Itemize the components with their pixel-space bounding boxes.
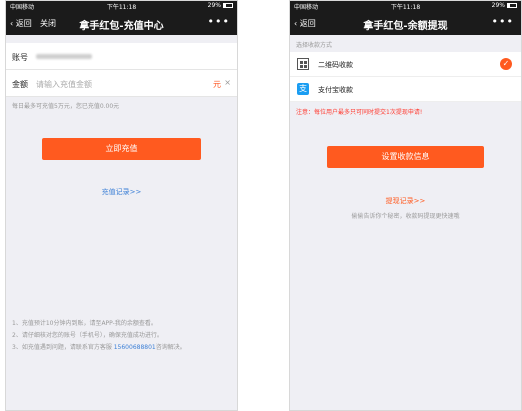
tip-text: 偷偷告诉你个秘密，收款码提现更快速哦 [351,213,460,220]
battery-percent: 29% [491,2,505,9]
withdraw-screen: 中国移动 下午11:18 29% ‹ 返回 拿手红包-余额提现 ••• 选择收款… [289,0,522,411]
account-label: 账号 [12,53,28,62]
option-qr-code[interactable]: 二维码收款 ✓ [290,52,521,77]
note-line-3-prefix: 3、如充值遇到问题，请联系官方客服 [12,344,114,351]
recharge-notes: 1、充值预计10分钟内到账，请至APP-我的余额查看。 2、请仔细核对您的账号（… [12,318,231,354]
withdraw-notice: 注意：每位用户最多只可同时提交1次提现申请! [296,109,423,116]
amount-label: 金额 [12,80,28,89]
battery-icon [507,3,517,8]
recharge-limit-hint: 每日最多可充值5万元，您已充值0.00元 [12,103,120,110]
nav-bar: ‹ 返回 拿手红包-余额提现 ••• [290,11,521,35]
more-menu-icon[interactable]: ••• [208,15,230,28]
battery-icon [223,3,233,8]
note-line-2: 2、请仔细核对您的账号（手机号），确保充值成功进行。 [12,332,163,339]
status-bar: 中国移动 下午11:18 29% [6,1,237,11]
option-label: 二维码收款 [318,61,353,69]
battery-percent: 29% [207,2,221,9]
withdraw-record-link[interactable]: 提现记录>> [290,196,521,206]
nav-bar: ‹ 返回 关闭 拿手红包-充值中心 ••• [6,11,237,35]
account-value-masked [36,54,92,59]
set-payment-info-button[interactable]: 设置收款信息 [327,146,484,168]
amount-row[interactable]: 金额 请输入充值金额 元 × [6,70,237,97]
note-line-1: 1、充值预计10分钟内到账，请至APP-我的余额查看。 [12,320,157,327]
recharge-record-link[interactable]: 充值记录>> [6,187,237,197]
amount-input[interactable]: 请输入充值金额 [36,79,92,90]
battery-indicator: 29% [208,2,233,9]
battery-indicator: 29% [492,2,517,9]
status-time: 下午11:18 [106,4,137,11]
alipay-icon: 支 [297,83,309,95]
option-label: 支付宝收款 [318,86,353,94]
account-row: 账号 [6,43,237,70]
page-title: 拿手红包-充值中心 [79,21,164,32]
option-alipay[interactable]: 支 支付宝收款 [290,77,521,102]
recharge-button[interactable]: 立即充值 [42,138,201,160]
status-time: 下午11:18 [390,4,421,11]
check-icon: ✓ [500,58,512,70]
page-title: 拿手红包-余额提现 [363,21,448,32]
more-menu-icon[interactable]: ••• [492,15,514,28]
clear-icon[interactable]: × [224,78,231,87]
note-line-3: 3、如充值遇到问题，请联系官方客服 15600688801咨询解决。 [12,342,231,354]
amount-unit: 元 [213,80,221,89]
note-line-3-suffix: 咨询解决。 [155,344,186,351]
status-bar: 中国移动 下午11:18 29% [290,1,521,11]
payment-method-title: 选择收款方式 [296,42,333,49]
recharge-screen: 中国移动 下午11:18 29% ‹ 返回 关闭 拿手红包-充值中心 ••• 账… [5,0,238,411]
qr-code-icon [297,58,309,70]
service-phone-link[interactable]: 15600688801 [114,344,156,351]
